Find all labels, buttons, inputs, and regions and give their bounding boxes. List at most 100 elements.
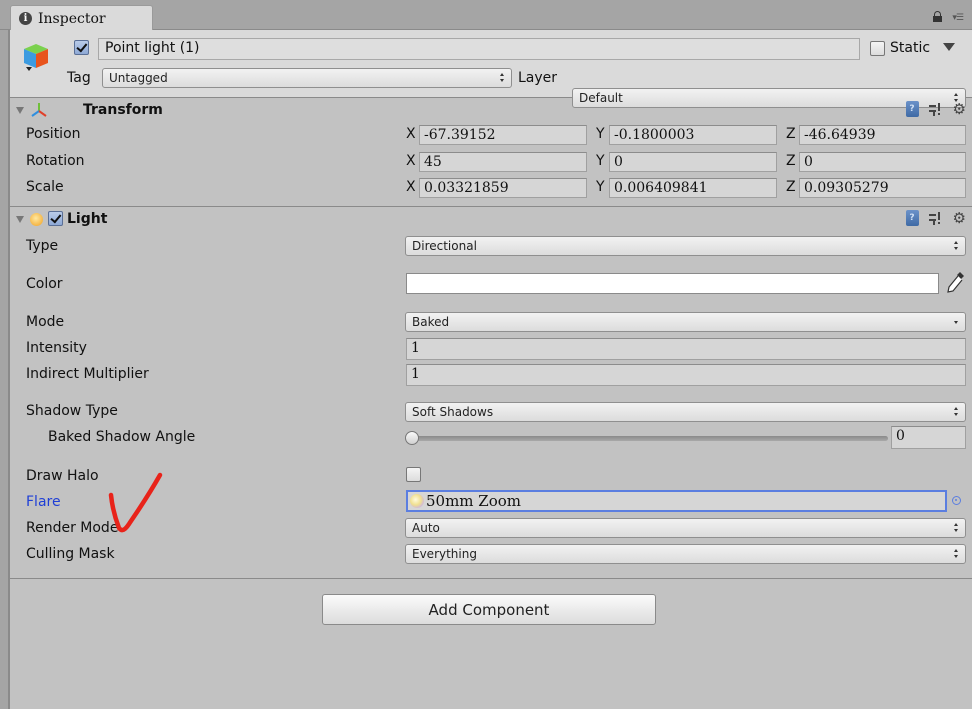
help-book-icon[interactable]: ? [905,101,919,117]
static-checkbox-box[interactable] [870,41,885,56]
color-label: Color [26,276,63,292]
position-label: Position [26,126,81,142]
tag-label: Tag [67,70,91,86]
indirect-multiplier-label: Indirect Multiplier [26,366,149,382]
scale-z-axis-label[interactable]: Z [786,179,796,195]
tag-dropdown[interactable]: Untagged [102,68,512,88]
culling-mask-dropdown[interactable]: Everything [405,544,966,564]
position-z-axis-label[interactable]: Z [786,126,796,142]
culling-mask-dropdown-value: Everything [412,547,477,561]
rotation-z-input[interactable]: 0 [799,152,966,172]
position-x-axis-label[interactable]: X [406,126,416,142]
shadow-type-label: Shadow Type [26,403,118,419]
transform-axes-icon [31,103,47,117]
info-icon: i [19,12,32,25]
mode-label: Mode [26,314,65,330]
mode-dropdown-value: Baked [412,315,450,329]
rotation-y-input[interactable]: 0 [609,152,777,172]
draw-halo-label: Draw Halo [26,468,99,484]
help-book-icon[interactable]: ? [905,210,919,226]
intensity-label: Intensity [26,340,87,356]
add-component-button[interactable]: Add Component [322,594,656,625]
position-y-input[interactable]: -0.1800003 [609,125,777,145]
static-dropdown-arrow-icon[interactable] [943,43,955,51]
type-dropdown-value: Directional [412,239,477,253]
intensity-input[interactable]: 1 [406,338,966,360]
rotation-x-axis-label[interactable]: X [406,153,416,169]
light-bulb-icon [30,213,43,226]
gear-icon[interactable]: ⚙ [953,101,966,117]
object-name-input[interactable]: Point light (1) [98,38,860,60]
light-enabled-checkbox[interactable] [48,211,63,226]
tab-bar: i Inspector ▾☰ [0,0,972,31]
baked-shadow-angle-slider-track[interactable] [412,436,888,441]
tab-inspector-label: Inspector [38,10,106,27]
rotation-label: Rotation [26,153,85,169]
position-x-input[interactable]: -67.39152 [419,125,587,145]
static-checkbox[interactable] [870,41,885,60]
shadow-type-dropdown[interactable]: Soft Shadows [405,402,966,422]
inspector-panel: Point light (1) Static Tag Untagged Laye… [8,30,972,709]
presets-icon[interactable] [928,102,943,116]
gameobject-cube-icon [24,44,48,71]
type-label: Type [26,238,59,254]
position-z-input[interactable]: -46.64939 [799,125,966,145]
tab-menu-icon[interactable]: ▾☰ [952,13,964,23]
type-dropdown[interactable]: Directional [405,236,966,256]
flare-asset-icon [410,494,424,508]
light-header-icons: ? ⚙ [905,210,966,226]
scale-y-axis-label[interactable]: Y [596,179,605,195]
tab-inspector[interactable]: i Inspector [10,5,153,31]
flare-object-field[interactable]: 50mm Zoom [406,490,947,512]
scale-label: Scale [26,179,64,195]
scale-y-input[interactable]: 0.006409841 [609,178,777,198]
draw-halo-checkbox[interactable] [406,467,421,482]
mode-dropdown[interactable]: Baked [405,312,966,332]
dropdown-arrow-icon [954,321,958,324]
rotation-y-axis-label[interactable]: Y [596,153,605,169]
transform-header[interactable]: Transform ? ⚙ [10,99,972,123]
foldout-arrow-icon[interactable] [16,216,24,223]
baked-shadow-angle-input[interactable]: 0 [891,426,966,449]
component-divider [10,578,972,579]
static-label: Static [890,40,931,56]
object-picker-icon[interactable] [952,496,961,505]
gear-icon[interactable]: ⚙ [953,210,966,226]
rotation-z-axis-label[interactable]: Z [786,153,796,169]
scale-x-axis-label[interactable]: X [406,179,416,195]
baked-shadow-angle-slider-thumb[interactable] [405,431,419,445]
foldout-arrow-icon[interactable] [16,107,24,114]
active-checkbox[interactable] [74,40,89,57]
rotation-x-input[interactable]: 45 [419,152,587,172]
eyedropper-icon[interactable] [946,270,966,294]
active-checkbox-box[interactable] [74,40,89,55]
presets-icon[interactable] [928,211,943,225]
render-mode-dropdown[interactable]: Auto [405,518,966,538]
component-divider [10,206,972,207]
light-header[interactable]: Light ? ⚙ [10,208,972,232]
gameobject-header: Point light (1) Static Tag Untagged Laye… [10,30,972,108]
flare-label: Flare [26,494,61,510]
indirect-multiplier-input[interactable]: 1 [406,364,966,386]
transform-title: Transform [83,102,163,118]
flare-value: 50mm Zoom [426,492,522,510]
layer-label: Layer [518,70,558,86]
updown-arrows-icon [954,241,959,251]
transform-header-icons: ? ⚙ [905,101,966,117]
lock-icon[interactable] [933,11,942,22]
shadow-type-dropdown-value: Soft Shadows [412,405,494,419]
render-mode-dropdown-value: Auto [412,521,440,535]
scale-x-input[interactable]: 0.03321859 [419,178,587,198]
render-mode-label: Render Mode [26,520,119,536]
updown-arrows-icon [954,549,959,559]
updown-arrows-icon [500,73,505,83]
color-swatch[interactable] [406,273,939,294]
scale-z-input[interactable]: 0.09305279 [799,178,966,198]
updown-arrows-icon [954,407,959,417]
culling-mask-label: Culling Mask [26,546,115,562]
updown-arrows-icon [954,523,959,533]
tag-dropdown-value: Untagged [109,71,168,85]
position-y-axis-label[interactable]: Y [596,126,605,142]
light-title: Light [67,211,108,227]
baked-shadow-angle-label: Baked Shadow Angle [48,429,196,445]
